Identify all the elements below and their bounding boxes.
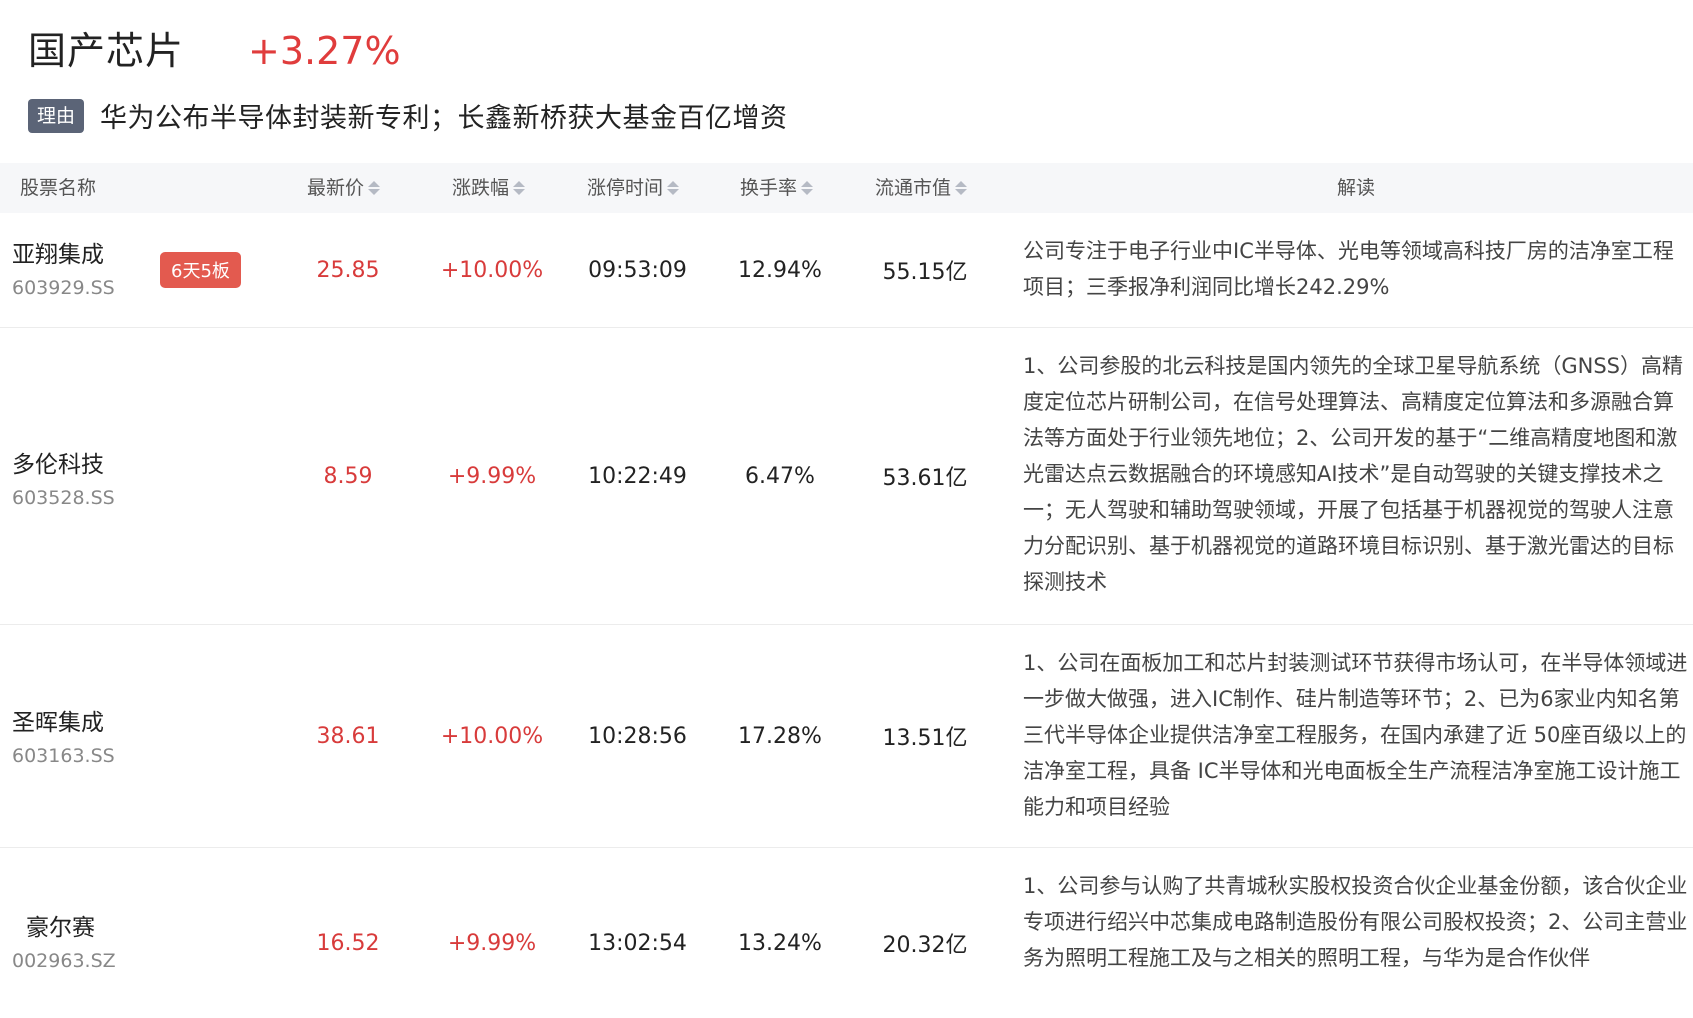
change-cell: +9.99%: [447, 463, 537, 489]
table-row[interactable]: 豪尔赛 002963.SZ 16.52 +9.99% 13:02:54 13.2…: [0, 848, 1693, 1018]
market-cap-cell: 53.61亿: [882, 466, 968, 491]
price-cell: 16.52: [316, 930, 380, 956]
limit-time-cell: 10:28:56: [588, 723, 687, 749]
limit-time-cell: 13:02:54: [588, 930, 687, 956]
col-price-sort[interactable]: 最新价: [307, 163, 381, 213]
change-cell: +9.99%: [447, 930, 537, 956]
stock-name-cell[interactable]: 圣晖集成 603163.SS: [12, 703, 115, 767]
sector-detail-page: 国产芯片 +3.27% 理由 华为公布半导体封装新专利；长鑫新桥获大基金百亿增资…: [0, 0, 1693, 1018]
stock-name[interactable]: 多伦科技: [12, 445, 115, 479]
col-limit-time-label: 涨停时间: [587, 177, 664, 199]
desc-cell: 1、公司参与认购了共青城秋实股权投资合伙企业基金份额，该合伙企业专项进行绍兴中芯…: [1023, 874, 1688, 970]
turnover-cell: 12.94%: [738, 257, 822, 283]
turnover-cell: 6.47%: [745, 463, 815, 489]
stock-code: 002963.SZ: [12, 950, 116, 972]
price-cell: 25.85: [316, 257, 380, 283]
col-limit-time-sort[interactable]: 涨停时间: [587, 163, 680, 213]
turnover-cell: 13.24%: [738, 930, 822, 956]
table-row[interactable]: 亚翔集成 603929.SS 6天5板 25.85 +10.00% 09:53:…: [0, 213, 1693, 328]
stock-code: 603528.SS: [12, 487, 115, 509]
sort-icon[interactable]: [801, 181, 814, 195]
desc-cell: 1、公司参股的北云科技是国内领先的全球卫星导航系统（GNSS）高精度定位芯片研制…: [1023, 354, 1684, 594]
table-header: 股票名称 最新价 涨跌幅 涨停时间 换手率 流通市值 解读: [0, 163, 1693, 213]
col-desc: 解读: [1337, 163, 1375, 213]
stock-table: 股票名称 最新价 涨跌幅 涨停时间 换手率 流通市值 解读 亚翔集成 60392…: [0, 163, 1693, 1018]
change-cell: +10.00%: [440, 723, 544, 749]
col-turnover-sort[interactable]: 换手率: [740, 163, 814, 213]
reason-line: 理由 华为公布半导体封装新专利；长鑫新桥获大基金百亿增资: [28, 96, 788, 135]
col-market-cap-sort[interactable]: 流通市值: [875, 163, 968, 213]
change-cell: +10.00%: [440, 257, 544, 283]
price-cell: 8.59: [323, 463, 373, 489]
limit-time-cell: 09:53:09: [588, 257, 687, 283]
sort-icon[interactable]: [513, 181, 526, 195]
col-name: 股票名称: [20, 163, 96, 213]
market-cap-cell: 55.15亿: [882, 260, 968, 285]
col-change-label: 涨跌幅: [452, 177, 510, 199]
desc-cell: 1、公司在面板加工和芯片封装测试环节获得市场认可，在半导体领域进一步做大做强，进…: [1023, 651, 1688, 819]
table-row[interactable]: 圣晖集成 603163.SS 38.61 +10.00% 10:28:56 17…: [0, 625, 1693, 848]
limit-time-cell: 10:22:49: [588, 463, 687, 489]
col-change-sort[interactable]: 涨跌幅: [452, 163, 526, 213]
turnover-cell: 17.28%: [738, 723, 822, 749]
col-turnover-label: 换手率: [740, 177, 798, 199]
sector-header: 国产芯片 +3.27%: [28, 20, 401, 75]
sort-icon[interactable]: [667, 181, 680, 195]
desc-cell: 公司专注于电子行业中IC半导体、光电等领域高科技厂房的洁净室工程项目；三季报净利…: [1023, 239, 1674, 299]
sector-name: 国产芯片: [28, 29, 185, 73]
reason-text: 华为公布半导体封装新专利；长鑫新桥获大基金百亿增资: [100, 103, 788, 134]
stock-name[interactable]: 圣晖集成: [12, 703, 115, 737]
col-desc-label: 解读: [1337, 177, 1376, 199]
col-name-label: 股票名称: [20, 177, 97, 199]
sort-icon[interactable]: [368, 181, 381, 195]
market-cap-cell: 13.51亿: [882, 726, 968, 751]
col-price-label: 最新价: [307, 177, 365, 199]
reason-tag: 理由: [28, 98, 85, 133]
stock-name-cell[interactable]: 亚翔集成 603929.SS: [12, 235, 115, 299]
stock-name-cell[interactable]: 豪尔赛 002963.SZ: [12, 908, 116, 972]
sort-icon[interactable]: [955, 181, 968, 195]
stock-code: 603929.SS: [12, 277, 115, 299]
stock-code: 603163.SS: [12, 745, 115, 767]
col-market-cap-label: 流通市值: [875, 177, 952, 199]
board-tag: 6天5板: [160, 252, 241, 288]
market-cap-cell: 20.32亿: [882, 933, 968, 958]
price-cell: 38.61: [316, 723, 380, 749]
sector-change: +3.27%: [248, 29, 401, 73]
stock-name-cell[interactable]: 多伦科技 603528.SS: [12, 445, 115, 509]
stock-name[interactable]: 豪尔赛: [26, 908, 116, 942]
table-row[interactable]: 多伦科技 603528.SS 8.59 +9.99% 10:22:49 6.47…: [0, 328, 1693, 625]
stock-name[interactable]: 亚翔集成: [12, 235, 115, 269]
